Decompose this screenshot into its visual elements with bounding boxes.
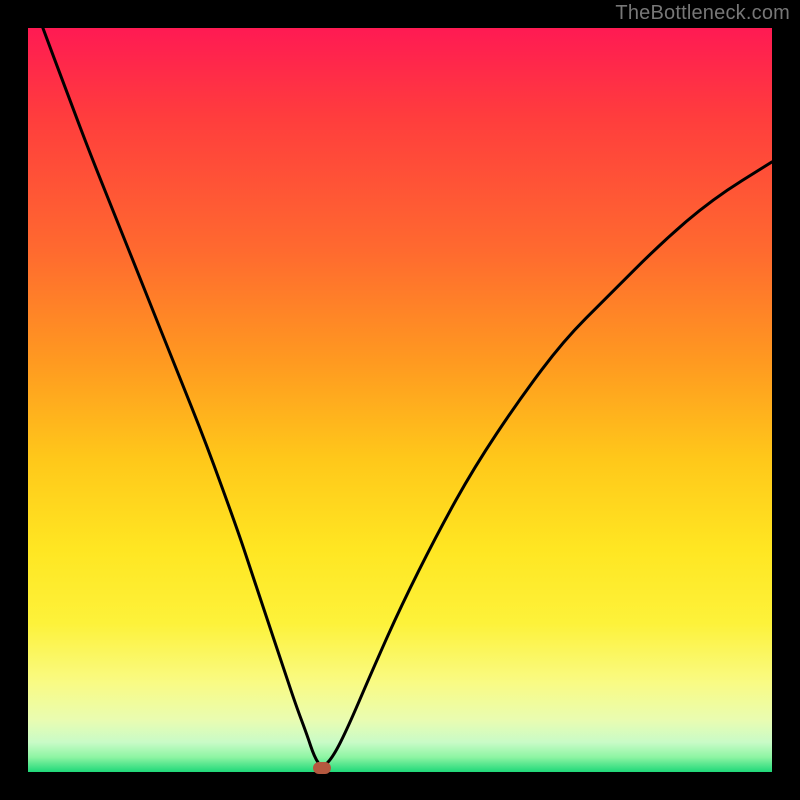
plot-area xyxy=(28,28,772,772)
watermark-text: TheBottleneck.com xyxy=(615,2,790,25)
minimum-marker xyxy=(313,762,331,774)
chart-frame: TheBottleneck.com xyxy=(0,0,800,800)
bottleneck-curve xyxy=(28,28,772,772)
